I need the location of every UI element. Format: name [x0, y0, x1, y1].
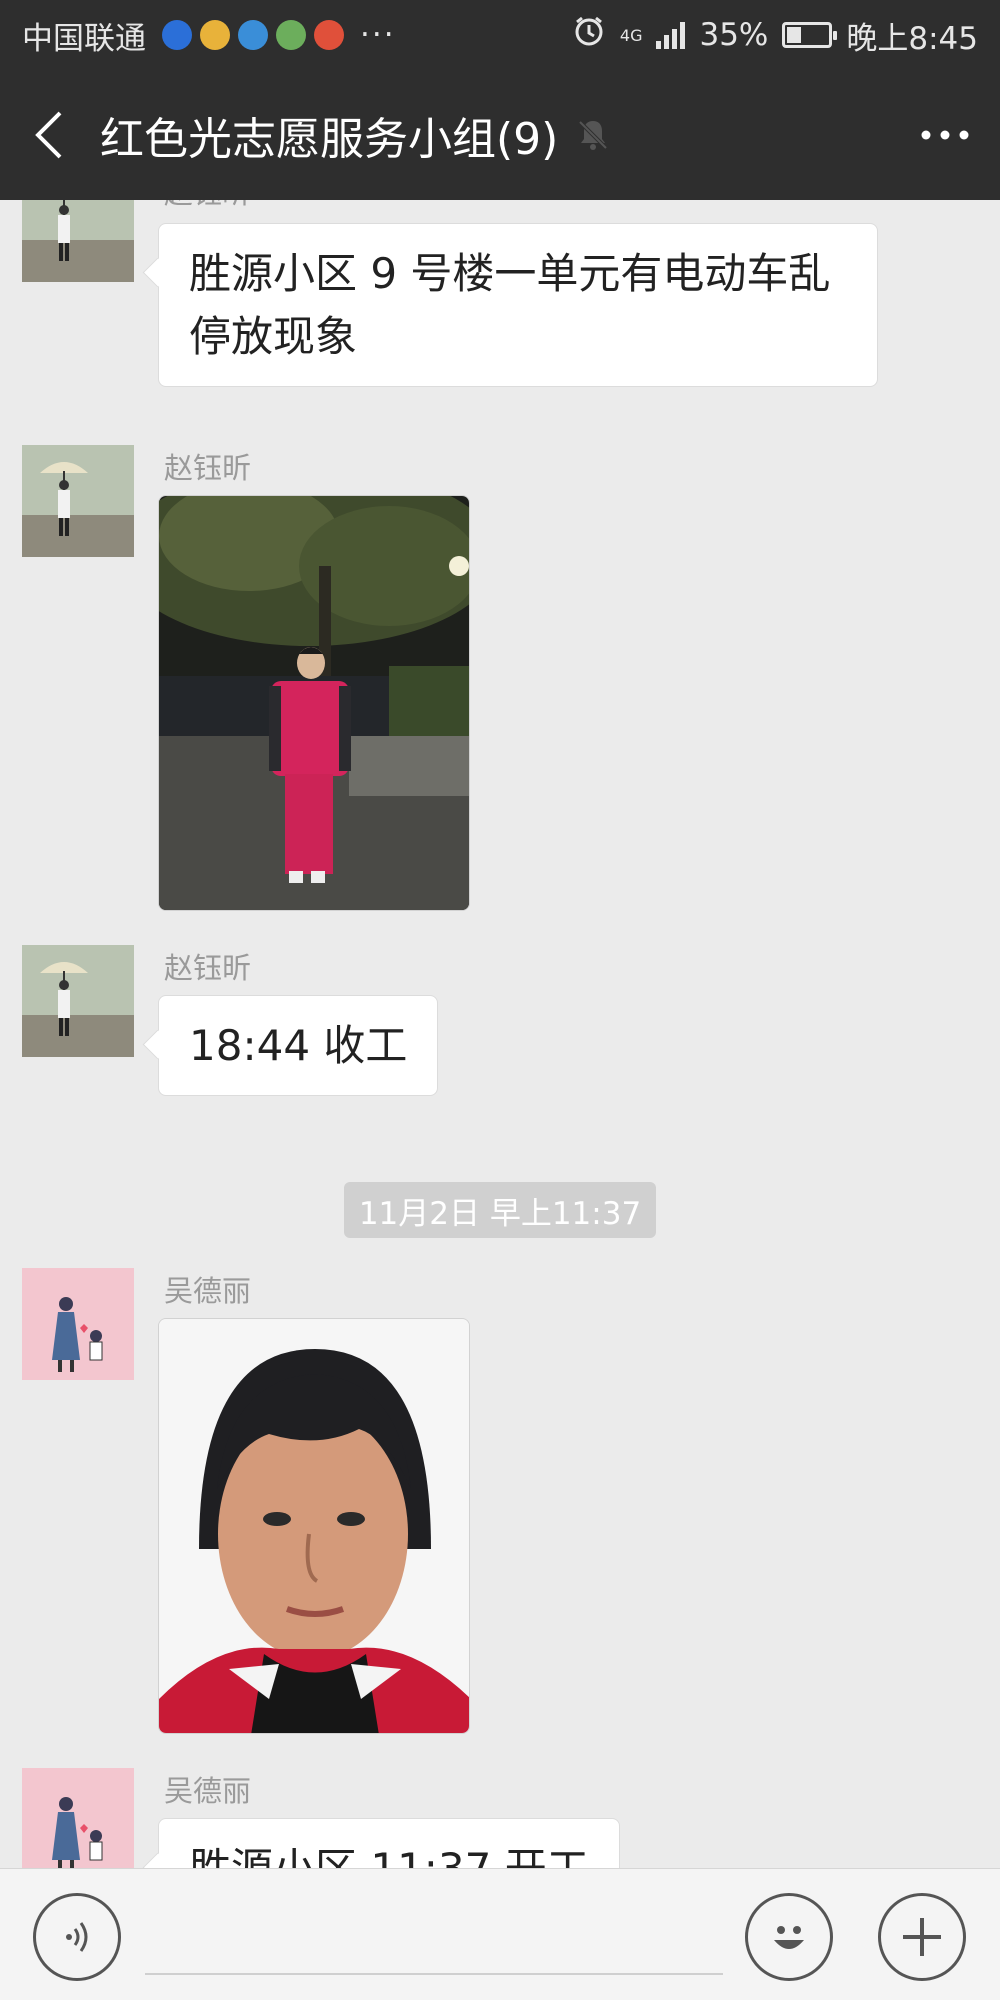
text-message-bubble[interactable]: 18:44 收工	[158, 995, 439, 1096]
sender-name: 赵钰昕	[164, 200, 251, 212]
chat-title: 红色光志愿服务小组(9)	[100, 114, 559, 165]
message-text: 胜源小区 9 号楼一单元有电动车乱停放现象	[189, 249, 831, 361]
avatar[interactable]	[22, 1268, 134, 1380]
browser-app-icon	[314, 20, 344, 50]
back-arrow-icon	[35, 111, 62, 159]
text-message-bubble[interactable]: 胜源小区 11:37 开工	[158, 1818, 620, 1868]
message-text: 18:44 收工	[189, 1021, 408, 1070]
avatar[interactable]	[22, 200, 134, 282]
battery-icon	[782, 22, 838, 48]
more-notifications-icon: ···	[360, 17, 396, 53]
shield-app-icon	[162, 20, 192, 50]
network-type-label: 4G	[619, 25, 643, 45]
chat-message-list[interactable]: 赵钰昕 胜源小区 9 号楼一单元有电动车乱停放现象 赵钰昕	[0, 200, 1000, 1868]
avatar[interactable]	[22, 1768, 134, 1868]
night-photo-image	[159, 496, 469, 910]
mail-app-icon	[200, 20, 230, 50]
more-dots-icon	[921, 130, 969, 140]
book-app-icon	[276, 20, 306, 50]
sender-name: 吴德丽	[164, 1274, 252, 1308]
portrait-photo-image	[159, 1319, 469, 1733]
notification-icons	[162, 20, 344, 50]
chat-header: 红色光志愿服务小组(9)	[0, 70, 1000, 200]
timestamp-text: 11月2日 早上11:37	[358, 1195, 642, 1232]
more-options-button[interactable]	[890, 70, 1000, 200]
emoji-button[interactable]	[745, 1893, 833, 1981]
avatar[interactable]	[22, 945, 134, 1057]
message-text: 胜源小区 11:37 开工	[189, 1844, 589, 1868]
battery-percent: 35%	[699, 17, 769, 53]
sender-name: 吴德丽	[164, 1774, 252, 1808]
image-message[interactable]	[158, 1318, 470, 1734]
message-input[interactable]	[145, 1899, 723, 1975]
sender-name: 赵钰昕	[164, 451, 252, 485]
signal-strength-icon	[656, 21, 686, 49]
chat-input-bar	[0, 1868, 1000, 2000]
voice-input-button[interactable]	[33, 1893, 121, 1981]
carrier-label: 中国联通	[22, 20, 146, 57]
back-button[interactable]	[0, 70, 100, 200]
voice-wave-icon	[66, 1922, 88, 1952]
bell-chat-app-icon	[238, 20, 268, 50]
more-functions-button[interactable]	[878, 1893, 966, 1981]
status-bar: 中国联通 ··· 4G 35% 晚上8:45	[0, 0, 1000, 70]
text-message-bubble[interactable]: 胜源小区 9 号楼一单元有电动车乱停放现象	[158, 223, 878, 387]
timestamp-divider: 11月2日 早上11:37	[344, 1182, 656, 1238]
sender-name: 赵钰昕	[164, 951, 252, 985]
smiley-icon	[774, 1926, 804, 1949]
alarm-icon	[572, 14, 606, 56]
clock: 晚上8:45	[846, 20, 978, 57]
plus-icon	[903, 1918, 941, 1956]
image-message[interactable]	[158, 495, 470, 911]
avatar[interactable]	[22, 445, 134, 557]
mute-notifications-icon	[574, 115, 614, 155]
